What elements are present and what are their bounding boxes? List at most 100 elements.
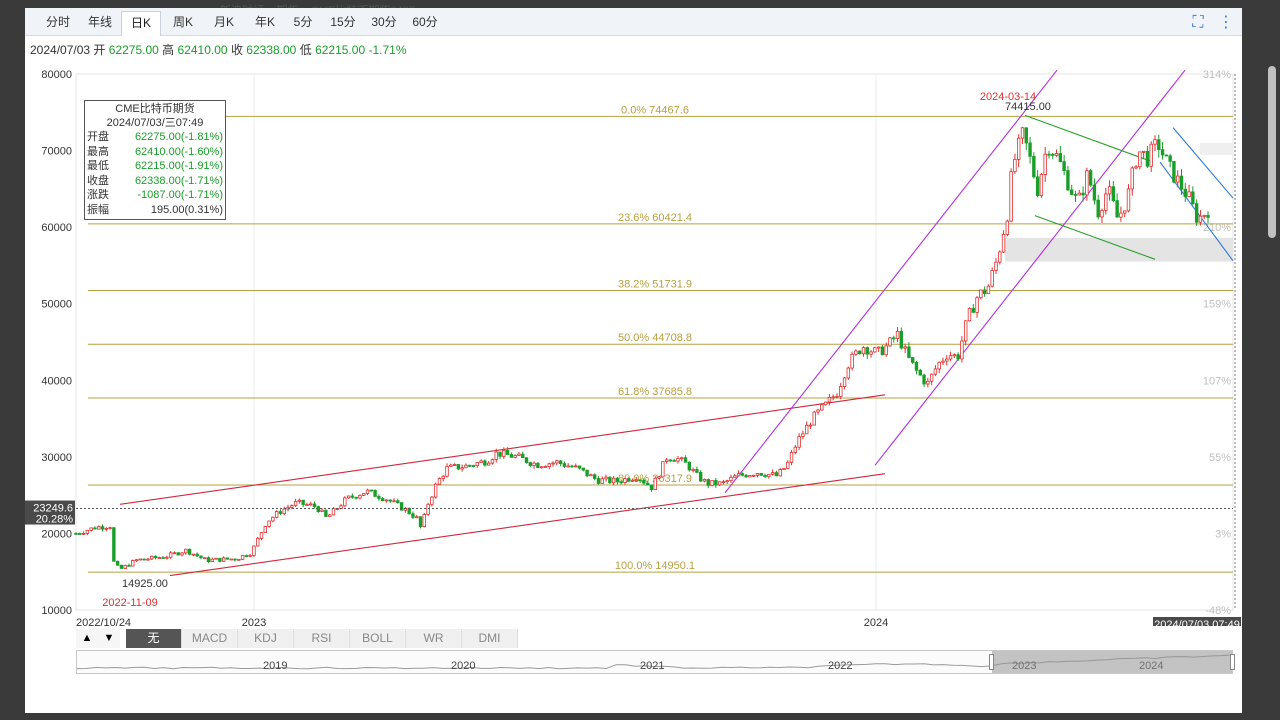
page-scrollbar[interactable]	[1268, 66, 1276, 238]
candle-body	[967, 308, 972, 322]
candle-body	[89, 527, 93, 531]
candle-body	[714, 480, 718, 486]
candle-body	[176, 552, 180, 556]
candle-body	[97, 526, 101, 530]
indicator-macd[interactable]: MACD	[182, 629, 238, 648]
y-tick-label: 10000	[41, 605, 72, 617]
candle-body	[574, 465, 578, 468]
candle-body	[524, 457, 529, 463]
candle-body	[509, 454, 514, 458]
candle-body	[1157, 139, 1161, 151]
candle-body	[112, 527, 116, 562]
candle-body	[1081, 192, 1085, 196]
zoom-up-button[interactable]: ▲	[76, 629, 98, 648]
nav-year-2020: 2020	[451, 660, 476, 672]
candle-body	[153, 555, 158, 559]
chart-window: 新浪财经 > 期货 > CME比特币期货2407 分时 年线 日K 周K 月K …	[25, 5, 1242, 713]
candle-body	[494, 451, 498, 461]
candle-body	[180, 552, 184, 556]
candle-body	[505, 449, 510, 455]
candle-body	[1179, 175, 1184, 190]
indicator-dmi[interactable]: DMI	[462, 629, 518, 648]
candle-body	[975, 297, 979, 313]
candle-body	[1028, 142, 1032, 157]
candle-body	[1047, 153, 1051, 156]
tooltip-row-close: 收盘 62338.00(-1.71%)	[87, 174, 223, 187]
pct-tick-label: 107%	[1203, 375, 1231, 387]
candle-body	[865, 347, 869, 355]
low-date-label: 2022-11-09	[102, 597, 157, 609]
candle-body	[131, 560, 135, 567]
candle-body	[748, 475, 752, 478]
candle-body	[899, 330, 904, 349]
candle-body	[449, 464, 453, 467]
candle-body	[956, 354, 960, 360]
candle-body	[127, 564, 131, 567]
candle-body	[1100, 209, 1104, 218]
indicator-none[interactable]: 无	[126, 629, 182, 648]
y-tick-label: 30000	[41, 452, 72, 464]
candle-body	[274, 511, 279, 518]
candle-body	[683, 457, 688, 463]
candle-body	[884, 345, 888, 356]
candle-body	[278, 511, 283, 514]
candle-body	[1164, 154, 1169, 157]
candle-body	[513, 455, 517, 458]
candle-body	[793, 446, 798, 453]
candle-body	[1032, 155, 1036, 178]
candle-body	[1168, 155, 1172, 162]
candle-body	[1111, 186, 1116, 201]
indicator-boll[interactable]: BOLL	[350, 629, 406, 648]
consolidation-zone	[1005, 237, 1233, 262]
candle-body	[1073, 194, 1078, 196]
candle-body	[725, 480, 729, 483]
range-navigator[interactable]: 2019 2020 2021 2022 2023 2024	[76, 650, 1235, 674]
candle-body	[979, 289, 983, 299]
nav-year-2022: 2022	[828, 660, 853, 672]
indicator-rsi[interactable]: RSI	[294, 629, 350, 648]
candle-body	[630, 479, 635, 482]
candle-body	[218, 557, 222, 562]
candle-body	[123, 564, 127, 569]
zoom-down-button[interactable]: ▼	[98, 629, 120, 648]
candle-body	[729, 476, 733, 482]
candle-body	[668, 459, 673, 462]
candle-body	[1130, 167, 1134, 190]
candle-body	[642, 479, 646, 484]
tooltip-row-change: 涨跌 -1087.00(-1.71%)	[87, 189, 223, 202]
candle-body	[486, 462, 491, 466]
candle-body	[706, 479, 710, 486]
candle-body	[456, 464, 461, 470]
navigator-window[interactable]	[989, 651, 1235, 673]
candle-body	[343, 497, 347, 507]
indicator-wr[interactable]: WR	[406, 629, 462, 648]
candle-body	[104, 527, 108, 530]
candle-body	[876, 346, 881, 349]
candle-body	[759, 473, 763, 476]
candle-body	[479, 460, 483, 464]
candle-body	[653, 477, 657, 491]
candle-body	[475, 462, 480, 467]
candle-body	[577, 465, 582, 469]
candle-body	[850, 353, 854, 369]
candle-body	[445, 465, 449, 477]
navigator-left-handle[interactable]	[989, 654, 994, 670]
candle-body	[903, 346, 907, 349]
navigator-right-handle[interactable]	[1230, 654, 1235, 670]
tooltip-datetime: 2024/07/03/三07:49	[106, 117, 204, 129]
candle-body	[327, 514, 332, 517]
candle-body	[244, 555, 249, 557]
y-tick-label: 60000	[41, 222, 72, 234]
candle-body	[267, 520, 271, 527]
candle-body	[411, 513, 415, 518]
candle-body	[1123, 210, 1127, 214]
indicator-kdj[interactable]: KDJ	[238, 629, 294, 648]
candle-body	[74, 533, 78, 535]
candle-body	[797, 436, 801, 448]
candle-body	[842, 377, 847, 387]
candle-body	[316, 506, 321, 512]
candle-body	[539, 466, 544, 469]
candle-body	[399, 502, 404, 511]
candle-body	[645, 482, 650, 486]
candle-body	[430, 496, 434, 505]
